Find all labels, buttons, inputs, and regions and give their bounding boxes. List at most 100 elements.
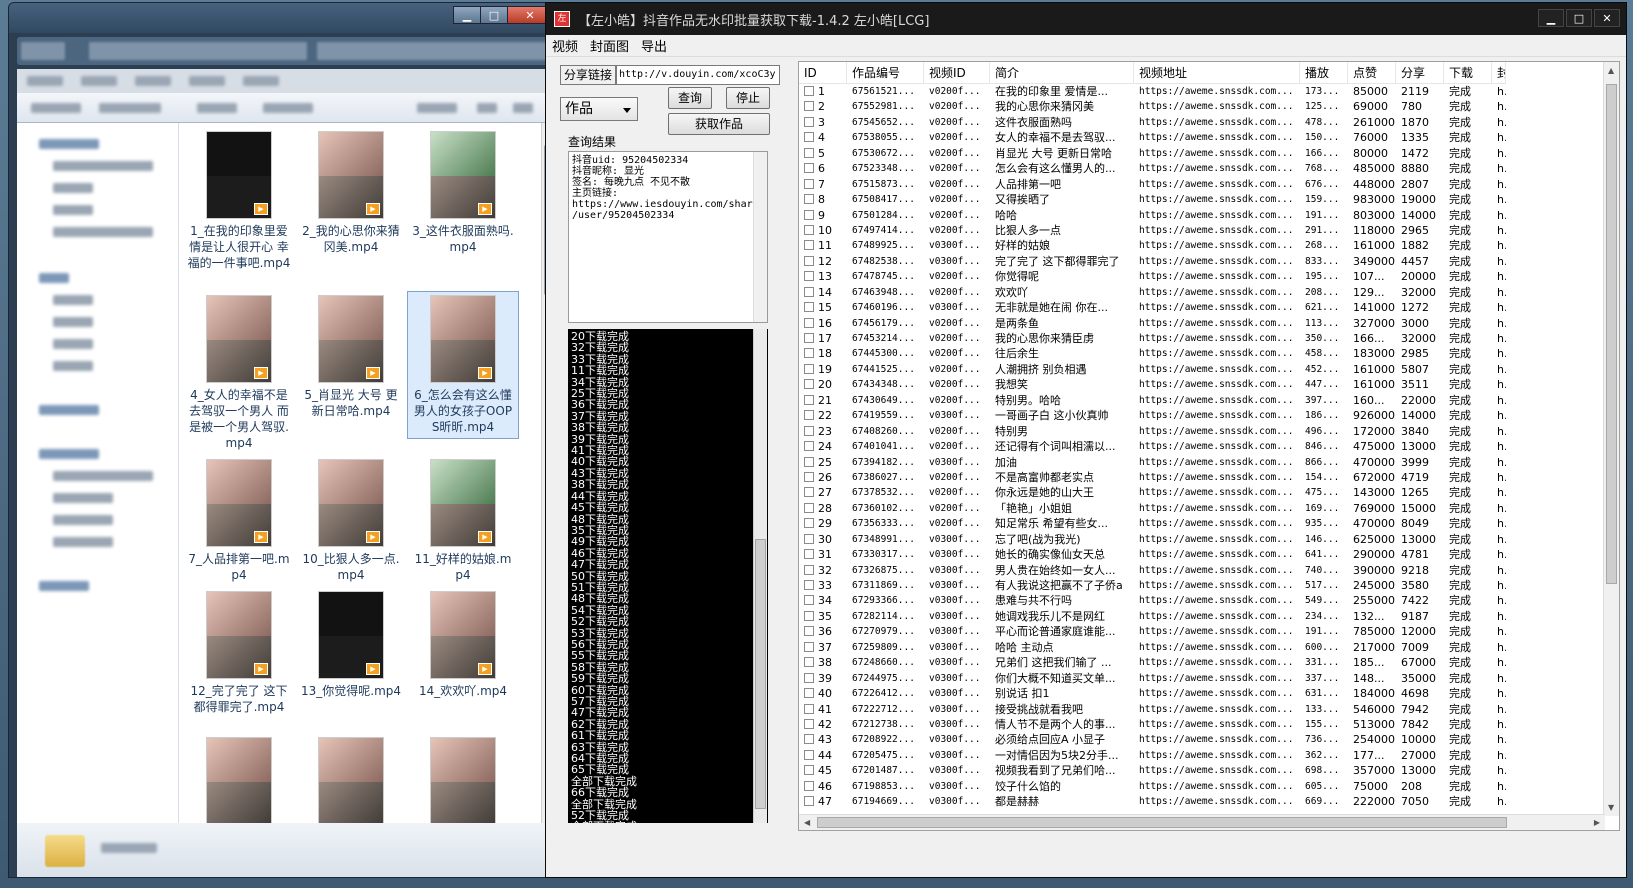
- video-thumbnail[interactable]: ▶: [206, 295, 272, 383]
- table-row[interactable]: 9 67501284... v0200f... 哈哈 https://aweme.sns…: [799, 208, 1605, 223]
- video-thumbnail[interactable]: ▶: [318, 591, 384, 679]
- table-row[interactable]: 39 67244975... v0300f... 你们大概不知道买文单... https…: [799, 671, 1605, 686]
- menu-cover[interactable]: 封面图: [590, 36, 629, 55]
- column-header[interactable]: 作品编号: [847, 62, 924, 83]
- table-row[interactable]: 8 67508417... v0200f... 又得挨晒了 https://aweme.…: [799, 192, 1605, 207]
- column-header[interactable]: ID: [799, 62, 847, 83]
- table-row[interactable]: 10 67497414... v0200f... 比狠人多一点 https://awem…: [799, 223, 1605, 238]
- explorer-address-bar[interactable]: [17, 37, 557, 65]
- row-checkbox[interactable]: [804, 286, 814, 297]
- result-scrollbar[interactable]: [753, 152, 767, 322]
- row-checkbox[interactable]: [804, 564, 814, 575]
- file-item[interactable]: ▶ 3_这件衣服面熟吗.mp4: [407, 131, 519, 255]
- table-row[interactable]: 20 67434348... v0200f... 我想笑 https://aweme.s…: [799, 377, 1605, 392]
- scroll-left-icon[interactable]: ◀: [804, 818, 810, 827]
- table-row[interactable]: 26 67386027... v0200f... 不是高富帅都老实点 https://a…: [799, 470, 1605, 485]
- row-checkbox[interactable]: [804, 240, 814, 251]
- table-row[interactable]: 3 67545652... v0200f... 这件衣服面熟吗 https://awem…: [799, 115, 1605, 130]
- table-row[interactable]: 17 67453214... v0200f... 我的心思你来猜臣虏 https://a…: [799, 331, 1605, 346]
- column-header[interactable]: 封: [1492, 62, 1506, 83]
- table-row[interactable]: 44 67205475... v0300f... 一对情侣因为5块2分手... http…: [799, 748, 1605, 763]
- row-checkbox[interactable]: [804, 255, 814, 266]
- row-checkbox[interactable]: [804, 441, 814, 452]
- video-thumbnail[interactable]: ▶: [430, 459, 496, 547]
- video-thumbnail[interactable]: [318, 737, 384, 823]
- table-row[interactable]: 12 67482538... v0300f... 完了完了 这下都得罪完了 https:…: [799, 254, 1605, 269]
- minimize-icon[interactable]: ▁: [453, 6, 481, 24]
- video-thumbnail[interactable]: ▶: [206, 459, 272, 547]
- table-body[interactable]: 1 67561521... v0200f... 在我的印象里 爱情是... https:…: [799, 84, 1605, 810]
- row-checkbox[interactable]: [804, 580, 814, 590]
- file-item[interactable]: ▶ 10_比狠人多一点.mp4: [295, 459, 407, 583]
- log-scrollbar[interactable]: [753, 329, 767, 823]
- video-thumbnail[interactable]: ▶: [206, 131, 272, 219]
- column-header[interactable]: 视频ID: [924, 62, 990, 83]
- scroll-up-icon[interactable]: ▲: [1608, 66, 1614, 75]
- file-item[interactable]: ▶ 1_在我的印象里爱情是让人很开心 幸福的一件事吧.mp4: [183, 131, 295, 271]
- video-thumbnail[interactable]: [430, 737, 496, 823]
- type-select[interactable]: 作品: [560, 97, 638, 121]
- video-thumbnail[interactable]: ▶: [318, 459, 384, 547]
- video-thumbnail[interactable]: [206, 737, 272, 823]
- row-checkbox[interactable]: [804, 626, 814, 637]
- row-checkbox[interactable]: [804, 333, 814, 343]
- row-checkbox[interactable]: [804, 749, 814, 760]
- row-checkbox[interactable]: [804, 456, 814, 467]
- menu-video[interactable]: 视频: [552, 36, 578, 55]
- table-row[interactable]: 45 67201487... v0300f... 视频我看到了兄弟们哈... https…: [799, 763, 1605, 778]
- column-header[interactable]: 下载: [1444, 62, 1492, 83]
- row-checkbox[interactable]: [804, 178, 814, 189]
- row-checkbox[interactable]: [804, 209, 814, 220]
- row-checkbox[interactable]: [804, 147, 814, 158]
- table-row[interactable]: 1 67561521... v0200f... 在我的印象里 爱情是... https:…: [799, 84, 1605, 99]
- get-works-button[interactable]: 获取作品: [668, 113, 770, 135]
- table-row[interactable]: 31 67330317... v0300f... 她长的确实像仙女天总 https://…: [799, 547, 1605, 562]
- video-thumbnail[interactable]: ▶: [430, 591, 496, 679]
- table-row[interactable]: 36 67270979... v0300f... 平心而论普通家庭谁能... https…: [799, 624, 1605, 639]
- explorer-titlebar[interactable]: ▁ □ ✕: [9, 3, 561, 33]
- file-item[interactable]: ▶ 11_好样的姑娘.mp4: [407, 459, 519, 583]
- explorer-navigation-pane[interactable]: [17, 123, 179, 823]
- row-checkbox[interactable]: [804, 518, 814, 529]
- table-row[interactable]: 2 67552981... v0200f... 我的心思你来猜冈美 https://aw…: [799, 99, 1605, 114]
- table-row[interactable]: 25 67394182... v0300f... 加油 https://aweme.sn…: [799, 455, 1605, 470]
- table-row[interactable]: 28 67360102... v0200f... 「艳艳」小姐姐 https://awe…: [799, 501, 1605, 516]
- app-titlebar[interactable]: 左 【左小皓】抖音作品无水印批量获取下载-1.4.2 左小皓[LCG] ▁ □ …: [546, 3, 1626, 35]
- table-row[interactable]: 5 67530672... v0200f... 肖显光 大号 更新日常哈 https:/…: [799, 146, 1605, 161]
- row-checkbox[interactable]: [804, 533, 814, 544]
- table-row[interactable]: 14 67463948... v0200f... 欢欢吖 https://aweme.s…: [799, 285, 1605, 300]
- row-checkbox[interactable]: [804, 796, 814, 807]
- minimize-icon[interactable]: ▁: [1538, 9, 1564, 27]
- table-row[interactable]: 38 67248660... v0300f... 兄弟们 这把我们输了 ... http…: [799, 655, 1605, 670]
- row-checkbox[interactable]: [804, 348, 814, 359]
- table-row[interactable]: 27 67378532... v0200f... 你永远是她的山大王 https://a…: [799, 485, 1605, 500]
- query-result-text[interactable]: 抖音uid: 95204502334 抖音昵称: 显光 签名: 每晚九点 不见不…: [568, 151, 768, 323]
- table-row[interactable]: 34 67293366... v0300f... 患难与共不行吗 https://awe…: [799, 593, 1605, 608]
- file-item[interactable]: ▶ 13_你觉得呢.mp4: [295, 591, 407, 699]
- table-row[interactable]: 30 67348991... v0300f... 忘了吧(战为我光) https://a…: [799, 532, 1605, 547]
- column-header[interactable]: 简介: [990, 62, 1134, 83]
- table-horizontal-scrollbar[interactable]: ◀ ▶: [799, 814, 1605, 830]
- close-icon[interactable]: ✕: [1594, 9, 1620, 27]
- video-thumbnail[interactable]: ▶: [318, 295, 384, 383]
- row-checkbox[interactable]: [804, 718, 814, 729]
- row-checkbox[interactable]: [804, 487, 814, 498]
- column-header[interactable]: 分享: [1396, 62, 1444, 83]
- table-row[interactable]: 47 67194669... v0300f... 都是赫赫 https://aweme.…: [799, 794, 1605, 809]
- share-link-input[interactable]: http://v.douyin.com/xcoC3y: [616, 65, 780, 85]
- file-item[interactable]: [295, 737, 407, 823]
- table-row[interactable]: 22 67419559... v0300f... 一哥画子白 这小伙真帅 https:/…: [799, 408, 1605, 423]
- video-thumbnail[interactable]: ▶: [430, 131, 496, 219]
- stop-button[interactable]: 停止: [726, 87, 770, 109]
- row-checkbox[interactable]: [804, 317, 814, 328]
- table-row[interactable]: 41 67222712... v0300f... 接受挑战就看我吧 https://aw…: [799, 702, 1605, 717]
- column-header[interactable]: 点赞: [1348, 62, 1396, 83]
- table-row[interactable]: 16 67456179... v0200f... 是两条鱼 https://aweme.…: [799, 316, 1605, 331]
- file-item[interactable]: ▶ 4_女人的幸福不是去驾驭一个男人 而是被一个男人驾驭.mp4: [183, 295, 295, 451]
- row-checkbox[interactable]: [804, 595, 814, 606]
- row-checkbox[interactable]: [804, 703, 814, 714]
- table-row[interactable]: 35 67282114... v0300f... 她调戏我乐儿不是网红 https://…: [799, 609, 1605, 624]
- row-checkbox[interactable]: [804, 765, 814, 776]
- maximize-icon[interactable]: □: [480, 6, 508, 24]
- explorer-file-grid[interactable]: ▶ 1_在我的印象里爱情是让人很开心 幸福的一件事吧.mp4 ▶ 2_我的心思你…: [179, 123, 541, 823]
